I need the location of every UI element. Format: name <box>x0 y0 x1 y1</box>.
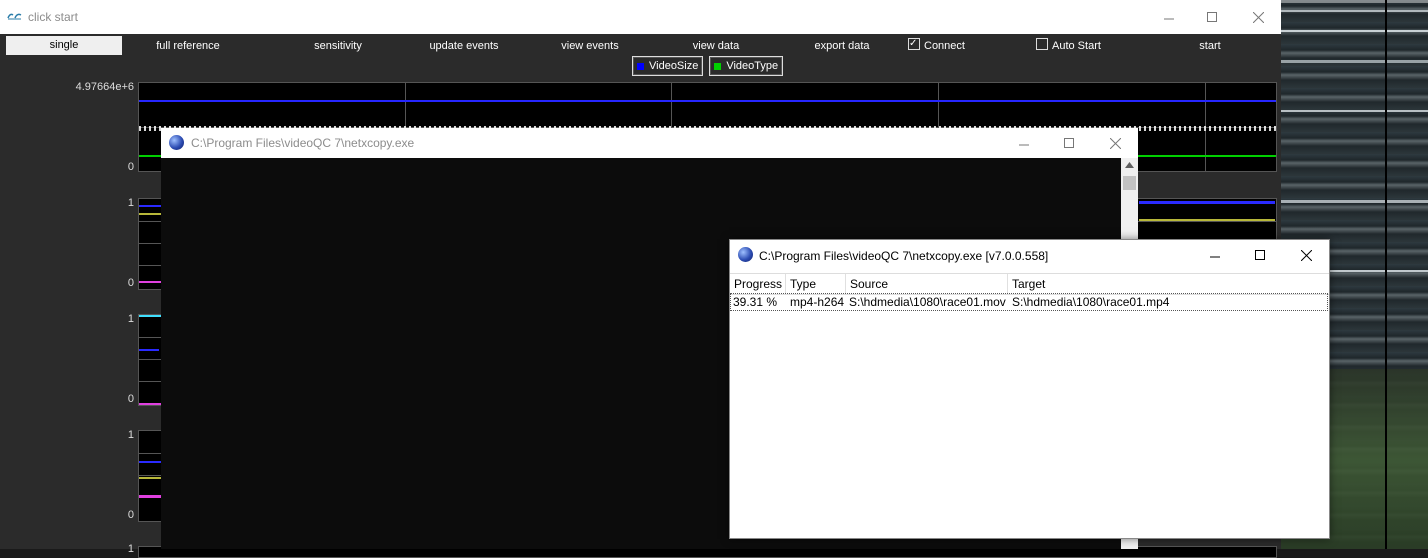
sensitivity-button[interactable]: sensitivity <box>290 38 386 54</box>
scroll-up-arrow-icon[interactable] <box>1125 162 1134 168</box>
close-button[interactable] <box>1235 0 1281 34</box>
videoqc-app-icon <box>7 13 22 20</box>
row-source: S:\hdmedia\1080\race01.mov <box>849 295 1006 309</box>
row-type: mp4-h264 <box>790 295 845 309</box>
maximize-icon <box>1064 138 1074 148</box>
table-row[interactable]: 39.31 % mp4-h264 S:\hdmedia\1080\race01.… <box>730 293 1328 311</box>
legend-label: VideoType <box>726 60 779 72</box>
plot4-ymin-label: 0 <box>127 509 134 521</box>
full-reference-button[interactable]: full reference <box>140 38 236 54</box>
progress-window-title: C:\Program Files\videoQC 7\netxcopy.exe … <box>759 249 1049 263</box>
progress-minimize-button[interactable] <box>1192 240 1238 270</box>
row-progress: 39.31 % <box>733 295 778 309</box>
legend-swatch <box>637 62 644 70</box>
progress-close-button[interactable] <box>1283 240 1329 270</box>
connect-label: Connect <box>924 40 965 52</box>
progress-table-header: Progress Type Source Target <box>730 273 1329 295</box>
row-target: S:\hdmedia\1080\race01.mp4 <box>1012 295 1170 309</box>
single-button[interactable]: single <box>6 36 122 55</box>
view-events-button[interactable]: view events <box>542 38 638 54</box>
legend-videotype[interactable]: VideoType <box>709 56 784 76</box>
start-button[interactable]: start <box>1162 38 1258 54</box>
console-window-title: C:\Program Files\videoQC 7\netxcopy.exe <box>191 136 415 150</box>
minimize-button[interactable] <box>1146 0 1192 34</box>
checkbox-unchecked-icon <box>1036 38 1048 50</box>
export-data-button[interactable]: export data <box>794 38 890 54</box>
plot3-ymin-label: 0 <box>127 393 134 405</box>
netxcopy-globe-icon <box>738 247 753 262</box>
main-toolbar: single full reference sensitivity update… <box>0 34 1281 58</box>
console-close-button[interactable] <box>1092 128 1138 158</box>
minimize-icon <box>1164 18 1174 20</box>
maximize-button[interactable] <box>1189 0 1235 34</box>
legend-label: VideoSize <box>649 60 699 72</box>
legend-swatch <box>714 62 722 70</box>
netxcopy-progress-window: C:\Program Files\videoQC 7\netxcopy.exe … <box>729 239 1330 539</box>
close-icon <box>1252 11 1264 23</box>
maximize-icon <box>1207 12 1217 22</box>
main-titlebar: click start <box>0 0 1281 34</box>
column-header-source[interactable]: Source <box>850 277 888 293</box>
plot1-ymin-label: 0 <box>127 161 134 173</box>
plot1-ymax-label: 4.97664e+6 <box>75 81 134 93</box>
close-icon <box>1109 137 1121 149</box>
videosize-series-line <box>139 100 1276 102</box>
plot5-ymax-label: 1 <box>127 543 134 555</box>
console-minimize-button[interactable] <box>1001 128 1047 158</box>
close-icon <box>1300 249 1312 261</box>
netxcopy-globe-icon <box>169 135 184 150</box>
view-data-button[interactable]: view data <box>668 38 764 54</box>
console-titlebar: C:\Program Files\videoQC 7\netxcopy.exe <box>161 128 1138 158</box>
column-header-progress[interactable]: Progress <box>734 277 782 293</box>
plot2-ymin-label: 0 <box>127 277 134 289</box>
maximize-icon <box>1255 250 1265 260</box>
update-events-button[interactable]: update events <box>416 38 512 54</box>
plot3-ymax-label: 1 <box>127 313 134 325</box>
plot2-ymax-label: 1 <box>127 197 134 209</box>
minimize-icon <box>1019 144 1029 146</box>
window-title: click start <box>28 10 79 24</box>
checkbox-checked-icon <box>908 36 920 52</box>
column-header-type[interactable]: Type <box>790 277 816 293</box>
connect-checkbox[interactable]: Connect <box>908 36 978 54</box>
console-maximize-button[interactable] <box>1046 128 1092 158</box>
column-header-target[interactable]: Target <box>1012 277 1045 293</box>
chart-legend: VideoSize VideoType <box>632 56 784 78</box>
minimize-icon <box>1210 256 1220 258</box>
auto-start-label: Auto Start <box>1052 40 1101 52</box>
legend-videosize[interactable]: VideoSize <box>632 56 704 76</box>
plot4-ymax-label: 1 <box>127 429 134 441</box>
progress-titlebar: C:\Program Files\videoQC 7\netxcopy.exe … <box>730 240 1329 270</box>
progress-maximize-button[interactable] <box>1237 240 1283 270</box>
scrollbar-thumb[interactable] <box>1123 176 1136 190</box>
auto-start-checkbox[interactable]: Auto Start <box>1036 38 1116 54</box>
